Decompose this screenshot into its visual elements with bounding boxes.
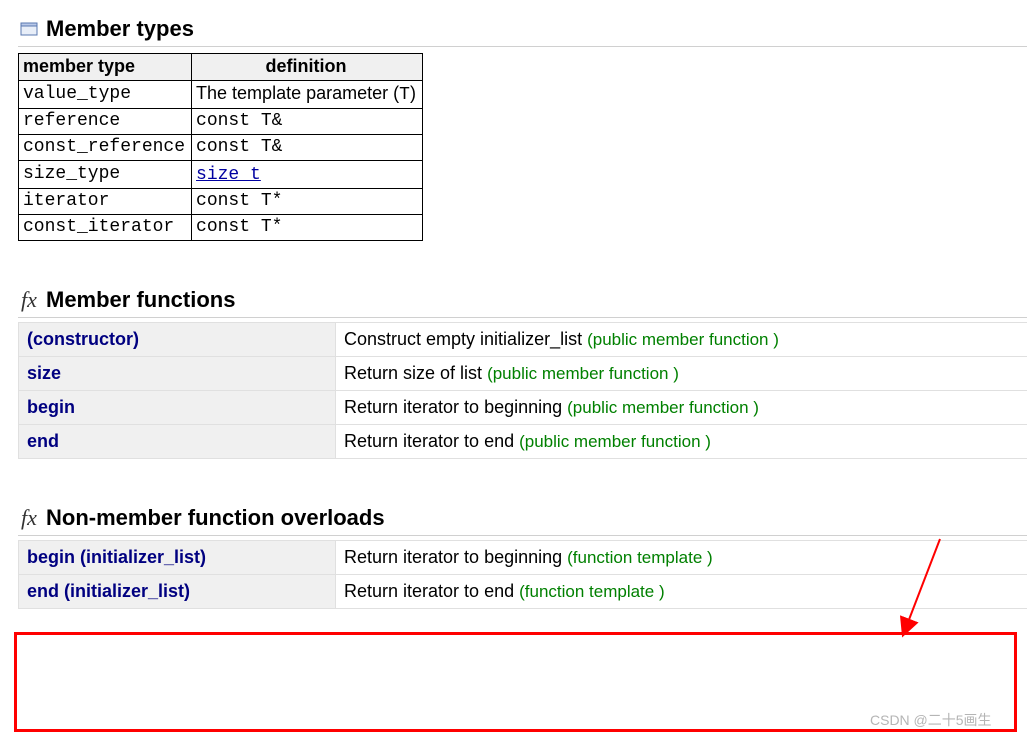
watermark: CSDN @二十5画生 — [870, 710, 992, 730]
section-member-types: Member types — [18, 14, 1027, 47]
member-types-icon — [18, 18, 40, 40]
table-row: size_type size_t — [19, 161, 423, 189]
member-functions-table: (constructor) Construct empty initialize… — [18, 322, 1027, 459]
table-row: value_type The template parameter (T) — [19, 81, 423, 109]
fn-end[interactable]: end — [19, 425, 336, 459]
section-member-functions: fx Member functions — [18, 285, 1027, 318]
table-row: end Return iterator to end (public membe… — [19, 425, 1027, 459]
section-title: Non-member function overloads — [46, 505, 385, 531]
fn-constructor[interactable]: (constructor) — [19, 323, 336, 357]
table-row: iterator const T* — [19, 189, 423, 215]
size-t-link[interactable]: size_t — [196, 165, 261, 185]
fn-begin-il[interactable]: begin (initializer_list) — [19, 541, 336, 575]
table-row: end (initializer_list) Return iterator t… — [19, 575, 1027, 609]
section-title: Member types — [46, 16, 194, 42]
fn-begin[interactable]: begin — [19, 391, 336, 425]
table-row: begin (initializer_list) Return iterator… — [19, 541, 1027, 575]
fn-size[interactable]: size — [19, 357, 336, 391]
table-row: begin Return iterator to beginning (publ… — [19, 391, 1027, 425]
member-types-table: member type definition value_type The te… — [18, 53, 423, 241]
th-member-type: member type — [19, 54, 192, 81]
fx-icon: fx — [18, 289, 40, 311]
highlight-box — [14, 632, 1017, 732]
fn-end-il[interactable]: end (initializer_list) — [19, 575, 336, 609]
fx-icon: fx — [18, 507, 40, 529]
section-nonmember: fx Non-member function overloads — [18, 503, 1027, 536]
nonmember-functions-table: begin (initializer_list) Return iterator… — [18, 540, 1027, 609]
table-row: (constructor) Construct empty initialize… — [19, 323, 1027, 357]
th-definition: definition — [192, 54, 423, 81]
table-row: size Return size of list (public member … — [19, 357, 1027, 391]
table-row: const_reference const T& — [19, 135, 423, 161]
table-row: const_iterator const T* — [19, 215, 423, 241]
section-title: Member functions — [46, 287, 235, 313]
table-row: reference const T& — [19, 109, 423, 135]
